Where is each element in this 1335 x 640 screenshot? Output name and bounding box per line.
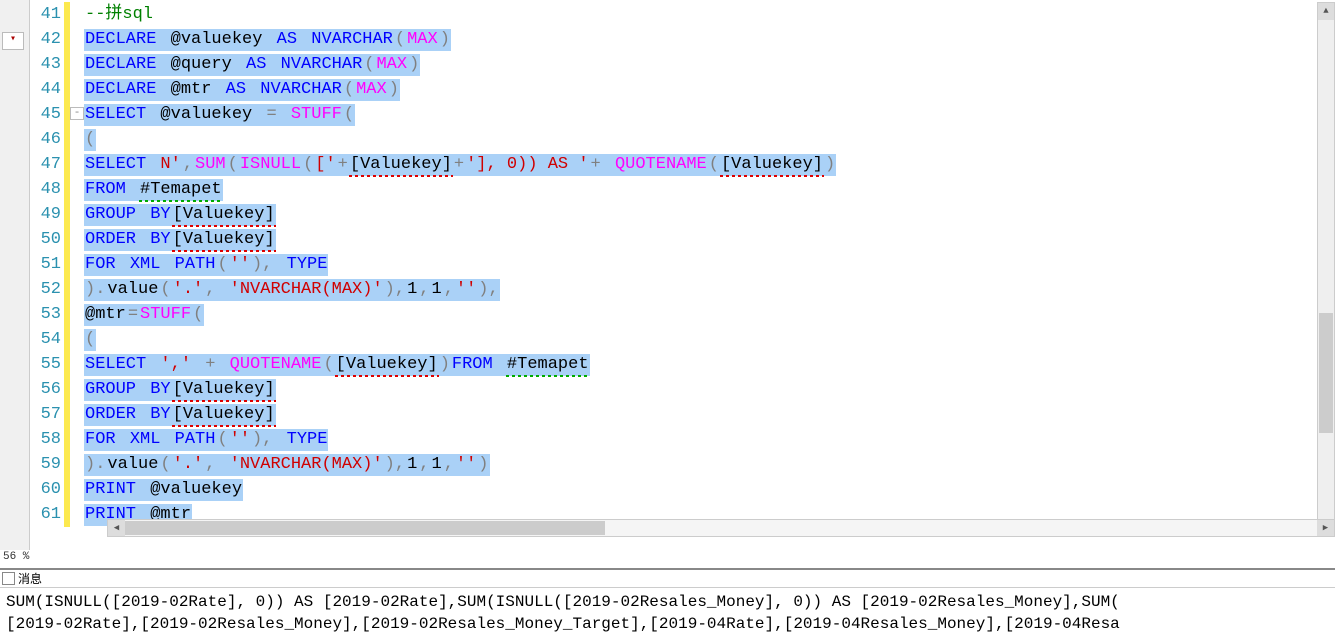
code-line[interactable]: FOR XML PATH(''), TYPE [84,427,328,452]
change-marker [64,277,70,302]
code-line[interactable]: @mtr=STUFF( [84,302,204,327]
horizontal-scrollbar[interactable]: ◀ ▶ [107,519,1335,537]
left-sidebar: ▾ [0,0,30,640]
scroll-up-icon[interactable]: ▲ [1318,3,1334,20]
fold-toggle[interactable]: - [70,107,84,120]
line-number: 41 [30,2,64,27]
change-marker [64,427,70,452]
line-number: 56 [30,377,64,402]
change-marker [64,402,70,427]
code-line[interactable]: GROUP BY[Valuekey] [84,202,276,227]
code-line[interactable]: DECLARE @query AS NVARCHAR(MAX) [84,52,420,77]
change-marker [64,27,70,52]
change-marker [64,202,70,227]
vertical-scrollbar[interactable]: ▲ ▼ [1317,2,1335,537]
code-line[interactable]: SELECT ',' + QUOTENAME([Valuekey])FROM #… [84,352,590,377]
change-marker [64,252,70,277]
line-number: 47 [30,152,64,177]
line-number: 53 [30,302,64,327]
change-marker [64,2,70,27]
line-number: 60 [30,477,64,502]
change-marker [64,452,70,477]
change-marker [64,177,70,202]
change-marker [64,502,70,527]
change-marker [64,327,70,352]
code-line[interactable]: ORDER BY[Valuekey] [84,227,276,252]
code-line[interactable]: ).value('.', 'NVARCHAR(MAX)'),1,1,''), [84,277,500,302]
change-marker [64,377,70,402]
sidebar-dropdown[interactable]: ▾ [2,32,24,50]
code-line[interactable]: SELECT @valuekey = STUFF( [84,102,355,127]
line-number: 51 [30,252,64,277]
change-marker [64,127,70,152]
editor-wrap: 41 --拼sql 42 DECLARE @valuekey AS NVARCHAR(… [30,2,1335,537]
line-number: 61 [30,502,64,527]
line-number: 50 [30,227,64,252]
line-number: 59 [30,452,64,477]
code-line[interactable]: DECLARE @mtr AS NVARCHAR(MAX) [84,77,400,102]
code-line[interactable]: ( [84,327,96,352]
change-marker [64,77,70,102]
code-line[interactable]: GROUP BY[Valuekey] [84,377,276,402]
output-line: [2019-02Rate],[2019-02Resales_Money],[20… [6,613,1329,635]
change-marker [64,352,70,377]
code-editor[interactable]: 41 --拼sql 42 DECLARE @valuekey AS NVARCHAR(… [30,2,1335,537]
change-marker [64,477,70,502]
output-line: SUM(ISNULL([2019-02Rate], 0)) AS [2019-0… [6,591,1329,613]
line-number: 55 [30,352,64,377]
code-line[interactable]: PRINT @valuekey [84,477,243,502]
line-number: 45 [30,102,64,127]
output-tab-label: 消息 [18,570,42,587]
output-tab-messages[interactable]: 消息 [0,570,1335,588]
change-marker [64,52,70,77]
scroll-right-icon[interactable]: ▶ [1317,520,1334,536]
line-number: 52 [30,277,64,302]
change-marker [64,227,70,252]
messages-icon [2,572,15,585]
code-line[interactable]: SELECT N',SUM(ISNULL(['+[Valuekey]+'], 0… [84,152,836,177]
code-line[interactable]: FOR XML PATH(''), TYPE [84,252,328,277]
h-scroll-track[interactable] [125,520,1317,536]
code-line[interactable]: ( [84,127,96,152]
line-number: 54 [30,327,64,352]
line-number: 44 [30,77,64,102]
line-number: 58 [30,427,64,452]
v-scroll-thumb[interactable] [1319,313,1333,433]
code-line[interactable]: DECLARE @valuekey AS NVARCHAR(MAX) [84,27,451,52]
output-pane: 消息 SUM(ISNULL([2019-02Rate], 0)) AS [201… [0,568,1335,640]
code-line[interactable]: FROM #Temapet [84,177,223,202]
change-marker [64,302,70,327]
code-line[interactable]: ).value('.', 'NVARCHAR(MAX)'),1,1,'') [84,452,490,477]
h-scroll-thumb[interactable] [125,521,605,535]
change-marker [64,152,70,177]
line-number: 42 [30,27,64,52]
zoom-indicator[interactable]: 56 % [0,550,32,568]
line-number: 43 [30,52,64,77]
line-number: 48 [30,177,64,202]
line-number: 46 [30,127,64,152]
code-line[interactable]: --拼sql [84,2,154,27]
output-body[interactable]: SUM(ISNULL([2019-02Rate], 0)) AS [2019-0… [0,588,1335,638]
scroll-left-icon[interactable]: ◀ [108,520,125,536]
code-line[interactable]: ORDER BY[Valuekey] [84,402,276,427]
line-number: 57 [30,402,64,427]
line-number: 49 [30,202,64,227]
